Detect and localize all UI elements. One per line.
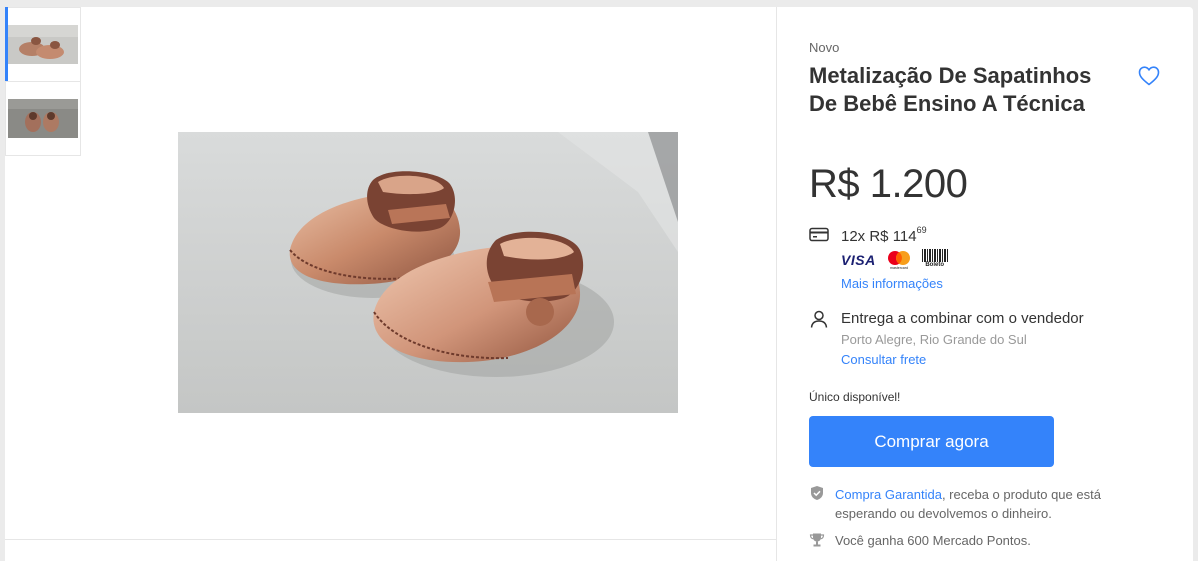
product-card: Novo Metalização De Sapatinhos De Bebê E… (5, 7, 1193, 561)
mastercard-logo: mastercard (884, 250, 914, 270)
item-condition: Novo (809, 40, 840, 55)
mastercard-icon: mastercard (887, 251, 910, 270)
stock-status: Único disponível! (809, 390, 901, 404)
points-text: Você ganha 600 Mercado Pontos. (835, 533, 1031, 548)
thumbnail-2[interactable] (5, 81, 81, 156)
seller-location: Porto Alegre, Rio Grande do Sul (841, 332, 1027, 347)
thumbnail-1[interactable] (5, 7, 81, 83)
buy-now-button[interactable]: Comprar agora (809, 416, 1054, 467)
main-product-image[interactable] (178, 132, 678, 413)
credit-card-icon (809, 227, 829, 242)
delivery-text: Entrega a combinar com o vendedor (841, 310, 1084, 327)
heart-icon[interactable] (1137, 64, 1161, 88)
thumbnail-2-image (8, 99, 78, 138)
boleto-label: Boleto (925, 262, 945, 268)
shipping-link[interactable]: Consultar frete (841, 352, 926, 367)
guarantee-link[interactable]: Compra Garantida (835, 487, 942, 502)
shield-icon (811, 486, 823, 500)
installments-amount: 12x R$ 114 (841, 228, 917, 245)
barcode-icon (921, 249, 948, 262)
boleto-logo: Boleto (920, 249, 950, 271)
payment-brands: VISA mastercard Boleto (841, 249, 950, 271)
product-title: Metalização De Sapatinhos De Bebê Ensino… (809, 63, 1092, 116)
mastercard-wordmark: mastercard (890, 266, 908, 270)
trophy-icon (809, 533, 825, 547)
installments-cents: 69 (916, 225, 927, 235)
column-divider (776, 7, 777, 561)
thumbnail-1-image (8, 25, 78, 64)
person-icon (810, 310, 828, 328)
more-info-link[interactable]: Mais informações (841, 276, 943, 291)
visa-logo: VISA (841, 252, 876, 268)
divider (5, 539, 776, 540)
thumbnail-list (5, 7, 81, 156)
installments: 12x R$ 11469 (841, 225, 927, 245)
product-price: R$ 1.200 (809, 162, 968, 206)
guarantee-text: Compra Garantida, receba o produto que e… (835, 485, 1155, 523)
baby-shoes-photo (178, 132, 678, 413)
